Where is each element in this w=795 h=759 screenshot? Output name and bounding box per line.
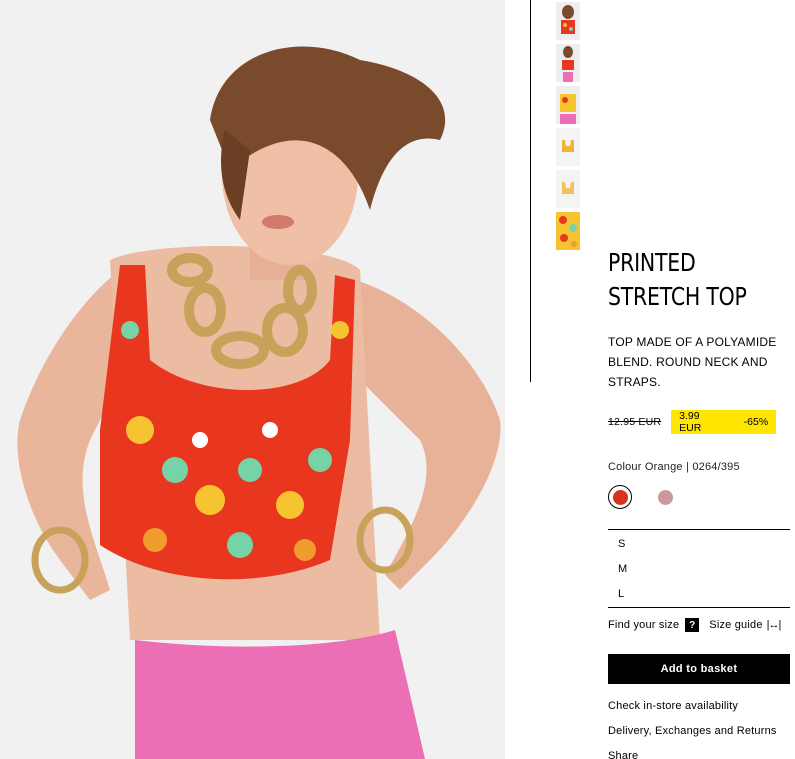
size-tools: Find your size ? Size guide |↔|: [608, 618, 795, 632]
thumbnail-3[interactable]: [556, 86, 580, 124]
share-link[interactable]: Share: [608, 749, 777, 759]
size-guide-link[interactable]: Size guide: [709, 619, 762, 631]
thumbnail-5[interactable]: [556, 170, 580, 208]
swatch-orange-dot: [612, 489, 628, 505]
product-title: PRINTED STRETCH TOP: [608, 246, 757, 314]
delivery-returns-link[interactable]: Delivery, Exchanges and Returns: [608, 724, 777, 749]
ruler-arrows-icon[interactable]: |↔|: [767, 619, 782, 631]
thumbnail-1[interactable]: [556, 2, 580, 40]
main-product-image[interactable]: [0, 0, 505, 759]
size-option-s[interactable]: S: [608, 531, 790, 556]
product-links: Check in-store availability Delivery, Ex…: [608, 699, 777, 759]
product-info: PRINTED STRETCH TOP TOP MADE OF A POLYAM…: [608, 246, 790, 392]
product-title-line-2: STRETCH TOP: [608, 282, 747, 311]
sale-price: 3.99 EUR: [679, 410, 702, 434]
thumbnail-2[interactable]: [556, 44, 580, 82]
original-price: 12.95 EUR: [608, 416, 662, 428]
find-your-size-link[interactable]: Find your size: [608, 619, 679, 631]
thumbnail-strip: [556, 2, 582, 254]
product-title-line-1: PRINTED: [608, 248, 696, 277]
product-description: TOP MADE OF A POLYAMIDE BLEND. ROUND NEC…: [608, 335, 777, 389]
colour-swatches: [608, 485, 673, 509]
colour-label: Colour Orange | 0264/395: [608, 461, 740, 473]
sale-price-badge: 3.99 EUR -65%: [671, 410, 777, 434]
swatch-pink[interactable]: [658, 489, 673, 505]
gallery-divider: [530, 0, 531, 382]
add-to-basket-button[interactable]: Add to basket: [608, 654, 790, 684]
thumbnail-4[interactable]: [556, 128, 580, 166]
size-option-l[interactable]: L: [608, 581, 790, 606]
swatch-orange-selected[interactable]: [608, 485, 632, 509]
help-question-icon[interactable]: ?: [685, 618, 700, 632]
discount-percent: -65%: [743, 416, 769, 428]
thumbnail-6[interactable]: [556, 212, 580, 250]
check-store-availability-link[interactable]: Check in-store availability: [608, 699, 777, 724]
size-option-m[interactable]: M: [608, 556, 790, 581]
price-row: 12.95 EUR 3.99 EUR -65%: [608, 410, 777, 434]
size-selector: S M L: [608, 529, 790, 608]
